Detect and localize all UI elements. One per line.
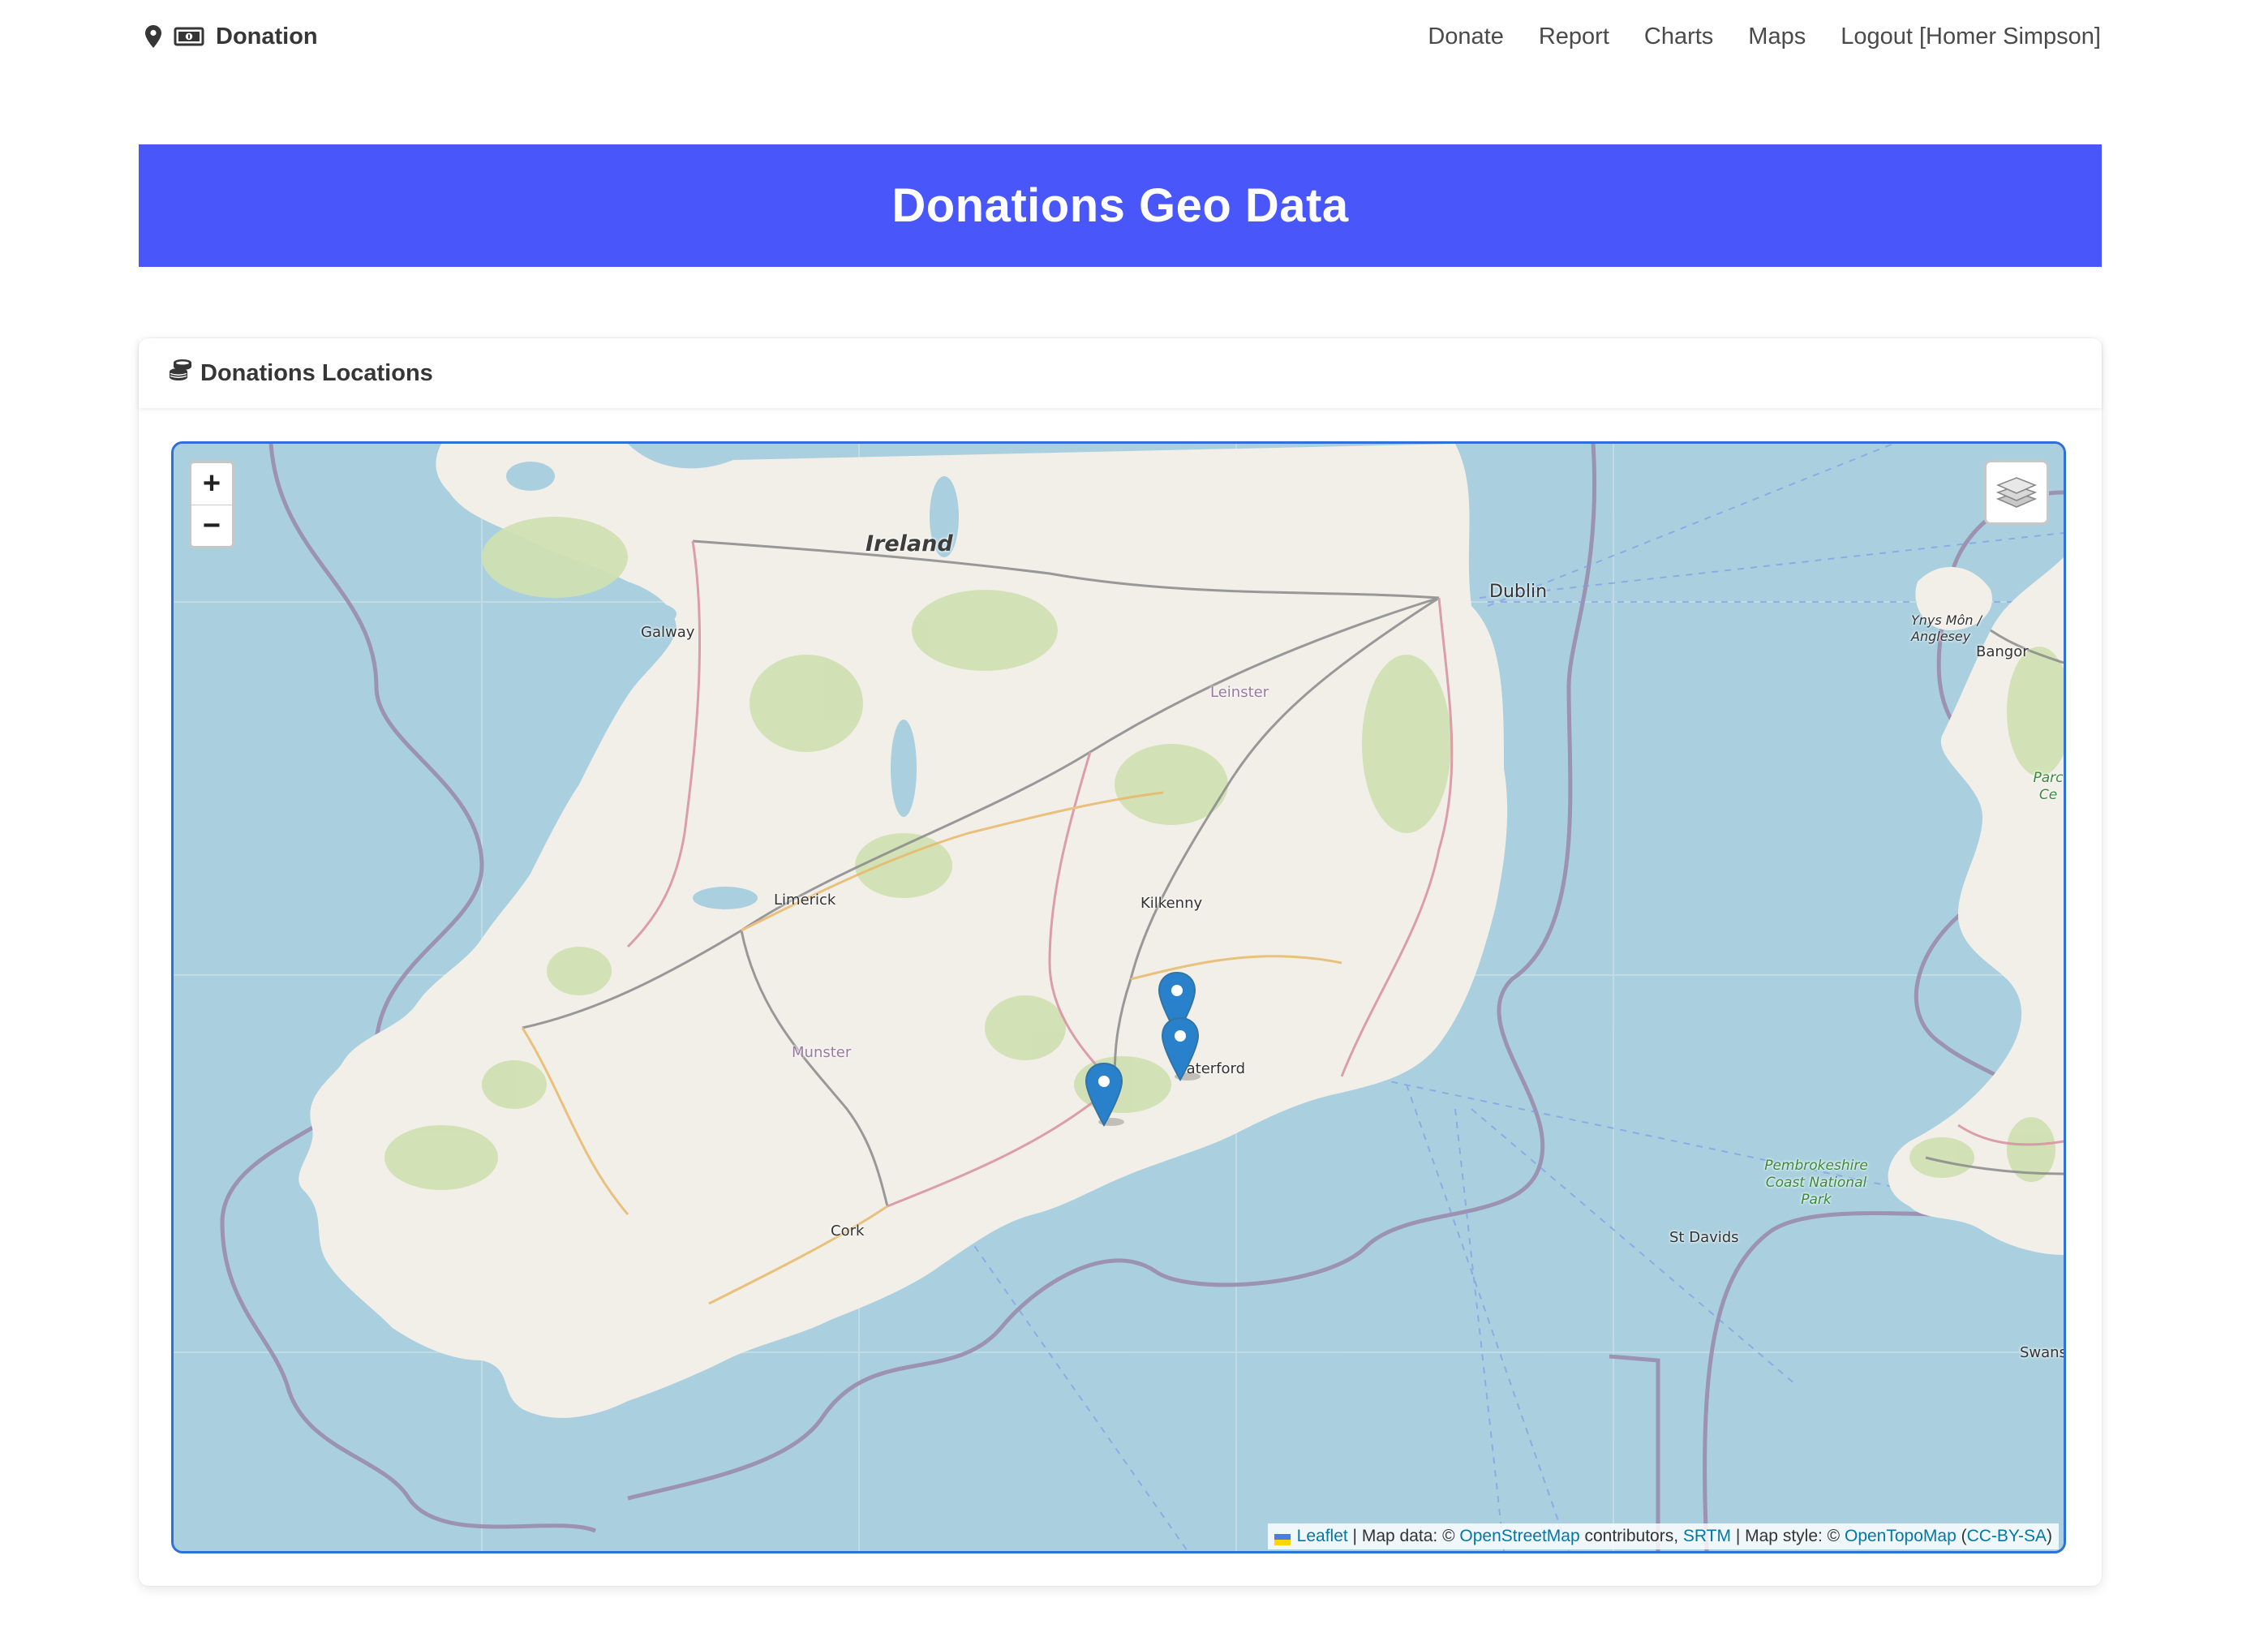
map-label-ireland: Ireland [866,531,953,556]
map-label-parc: Parc Ce [2033,770,2064,803]
nav-charts-link[interactable]: Charts [1644,24,1713,50]
donations-locations-card: Donations Locations Ireland Dublin Galwa… [139,338,2102,1586]
attribution-map-style-text: | Map style: © [1731,1527,1845,1545]
nav-donate-link[interactable]: Donate [1428,24,1504,50]
donation-marker[interactable] [1160,1016,1201,1085]
nav-report-link[interactable]: Report [1539,24,1609,50]
card-title: Donations Locations [200,359,433,386]
map-label-pembrokeshire: Pembrokeshire Coast National Park [1764,1158,1868,1208]
map-label-swansea: Swans [2020,1344,2066,1361]
brand-link[interactable]: Donation [144,18,318,55]
nav-logout-link[interactable]: Logout [Homer Simpson] [1841,24,2101,50]
coins-icon [168,358,194,389]
map-label-limerick: Limerick [774,892,836,909]
layers-icon [1995,473,2038,513]
leaflet-link[interactable]: Leaflet [1297,1527,1348,1546]
hero-banner: Donations Geo Data [139,144,2102,267]
map-label-kilkenny: Kilkenny [1140,895,1203,912]
attribution-close-paren: ) [2047,1527,2052,1545]
money-bill-icon [174,26,204,47]
zoom-control: + − [189,461,234,548]
openstreetmap-link[interactable]: OpenStreetMap [1459,1527,1579,1546]
srtm-link[interactable]: SRTM [1683,1527,1731,1546]
brand-name: Donation [216,23,318,49]
nav-links: Donate Report Charts Maps Logout [Homer … [1428,18,2101,55]
top-navbar: Donation Donate Report Charts Maps Logou… [0,0,2268,73]
map-pin-icon [144,24,162,49]
map-label-st-davids: St Davids [1669,1229,1739,1246]
map-label-bangor: Bangor [1976,643,2029,660]
map-label-dublin: Dublin [1489,582,1548,602]
opentopomap-link[interactable]: OpenTopoMap [1845,1527,1957,1546]
donations-map[interactable]: Ireland Dublin Galway Limerick Kilkenny … [171,441,2066,1553]
map-label-galway: Galway [641,624,695,641]
zoom-out-button[interactable]: − [191,505,232,546]
zoom-in-button[interactable]: + [191,463,232,505]
layers-control-button[interactable] [1984,460,2049,525]
card-header: Donations Locations [139,338,2102,408]
map-label-cork: Cork [831,1222,865,1240]
map-label-leinster: Leinster [1210,684,1269,701]
attribution-contributors-text: contributors, [1579,1527,1683,1545]
attribution-open-paren: ( [1956,1527,1967,1545]
donation-marker[interactable] [1084,1062,1124,1131]
map-label-munster: Munster [792,1044,852,1061]
nav-maps-link[interactable]: Maps [1748,24,1806,50]
cc-by-sa-link[interactable]: CC-BY-SA [1967,1527,2047,1546]
map-label-anglesey: Ynys Môn / Anglesey [1911,612,1982,644]
attribution-map-data-text: | Map data: © [1347,1527,1460,1545]
map-attribution: Leaflet | Map data: © OpenStreetMap cont… [1267,1523,2059,1549]
map-tiles[interactable] [174,444,2064,1551]
page-title: Donations Geo Data [891,179,1349,232]
ukraine-flag-icon [1274,1531,1291,1545]
